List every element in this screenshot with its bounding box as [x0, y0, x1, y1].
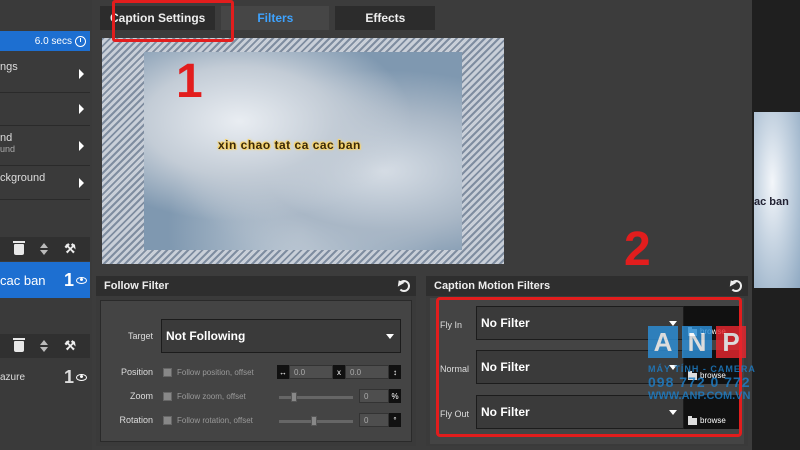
- watermark-subtitle: MÁY TÍNH - CAMERA: [648, 364, 756, 374]
- move-icon: ↔: [277, 365, 289, 379]
- menu-item-blank[interactable]: [0, 93, 90, 126]
- vertical-move-icon: ↕: [389, 365, 401, 379]
- rotation-label: Rotation: [119, 415, 153, 425]
- clock-icon[interactable]: [75, 35, 86, 47]
- zoom-input[interactable]: 0: [359, 389, 389, 403]
- follow-position-text: Follow position, offset: [177, 368, 254, 377]
- annotation-number-1: 1: [176, 55, 203, 108]
- target-label: Target: [127, 331, 153, 341]
- left-panel: 6.0 secs ngs nd und ckground ⚒ cac ban 1: [0, 0, 92, 450]
- follow-position-checkbox[interactable]: [163, 368, 172, 377]
- follow-zoom-checkbox[interactable]: [163, 392, 172, 401]
- eye-icon[interactable]: [76, 373, 87, 381]
- trash-icon[interactable]: [13, 337, 26, 352]
- chevron-right-icon: [79, 104, 84, 114]
- caption-item-number: 1: [63, 366, 74, 387]
- logo-letter: P: [716, 326, 746, 358]
- motion-filters-header: Caption Motion Filters: [426, 276, 748, 296]
- motion-filters-title: Caption Motion Filters: [434, 280, 551, 292]
- target-value: Not Following: [166, 329, 246, 343]
- follow-filter-header: Follow Filter: [96, 276, 416, 296]
- position-y-input[interactable]: 0.0: [345, 365, 389, 379]
- follow-rotation-checkbox[interactable]: [163, 416, 172, 425]
- caption-toolbar-2: ⚒: [0, 334, 90, 358]
- preview-caption-text[interactable]: xin chao tat ca cac ban: [218, 138, 361, 152]
- logo-letter: N: [682, 326, 712, 358]
- chevron-down-icon: [386, 334, 394, 339]
- menu-item-background[interactable]: nd und: [0, 126, 90, 166]
- anp-logo: A N P: [648, 326, 784, 358]
- app-window: 6.0 secs ngs nd und ckground ⚒ cac ban 1: [0, 0, 800, 450]
- caption-list-item[interactable]: cac ban 1: [0, 262, 90, 298]
- watermark-phone: 098 772 0 772: [648, 374, 751, 390]
- right-thumbnail-caption: ac ban: [754, 196, 789, 208]
- menu-item-label: ngs: [0, 61, 18, 73]
- chevron-right-icon: [79, 140, 84, 151]
- zoom-label: Zoom: [129, 391, 153, 401]
- caption-item-text: cac ban: [0, 272, 46, 288]
- target-dropdown[interactable]: Not Following: [161, 319, 401, 353]
- zoom-slider-handle[interactable]: [291, 392, 297, 402]
- menu-item-label: ckground: [0, 172, 46, 184]
- annotation-box-1: [112, 0, 234, 42]
- position-x-input[interactable]: 0.0: [289, 365, 333, 379]
- position-label: Position: [120, 367, 153, 377]
- follow-rotation-text: Follow rotation, offset: [177, 416, 253, 425]
- position-separator: x: [333, 365, 345, 379]
- anp-watermark: A N P MÁY TÍNH - CAMERA 098 772 0 772 WW…: [648, 326, 784, 436]
- reorder-icon[interactable]: [40, 340, 49, 352]
- zoom-unit: %: [389, 389, 401, 403]
- caption-list-item[interactable]: azure 1: [0, 362, 90, 392]
- caption-item-text: azure: [0, 371, 26, 383]
- trash-icon[interactable]: [13, 240, 26, 255]
- duration-bar[interactable]: 6.0 secs: [0, 31, 90, 51]
- menu-item-label: nd: [0, 132, 13, 144]
- reorder-icon[interactable]: [40, 243, 49, 255]
- rotation-input[interactable]: 0: [359, 413, 389, 427]
- reset-icon[interactable]: [398, 280, 410, 292]
- follow-zoom-text: Follow zoom, offset: [177, 392, 246, 401]
- follow-filter-title: Follow Filter: [104, 280, 169, 292]
- annotation-number-2: 2: [624, 223, 651, 276]
- caption-item-number: 1: [63, 269, 74, 290]
- menu-item-background-2[interactable]: ckground: [0, 166, 90, 200]
- caption-preview: xin chao tat ca cac ban: [102, 38, 504, 264]
- logo-letter: A: [648, 326, 678, 358]
- menu-item-settings[interactable]: ngs: [0, 55, 90, 93]
- tab-filters[interactable]: Filters: [221, 6, 330, 30]
- follow-filter-panel: Follow Filter Target Not Following Posit…: [96, 276, 416, 446]
- follow-filter-body: Target Not Following Position Follow pos…: [100, 300, 412, 442]
- tools-icon[interactable]: ⚒: [64, 241, 76, 257]
- menu-item-sublabel: und: [0, 144, 16, 154]
- caption-toolbar: ⚒: [0, 237, 90, 261]
- reset-icon[interactable]: [730, 280, 742, 292]
- chevron-right-icon: [79, 177, 84, 188]
- rotation-slider-handle[interactable]: [311, 416, 317, 426]
- duration-label: 6.0 secs: [34, 35, 72, 47]
- rotation-unit: °: [389, 413, 401, 427]
- watermark-website: WWW.ANP.COM.VN: [648, 390, 751, 402]
- tools-icon[interactable]: ⚒: [64, 338, 76, 354]
- chevron-right-icon: [79, 68, 84, 79]
- tab-effects[interactable]: Effects: [335, 6, 436, 30]
- eye-icon[interactable]: [76, 276, 87, 284]
